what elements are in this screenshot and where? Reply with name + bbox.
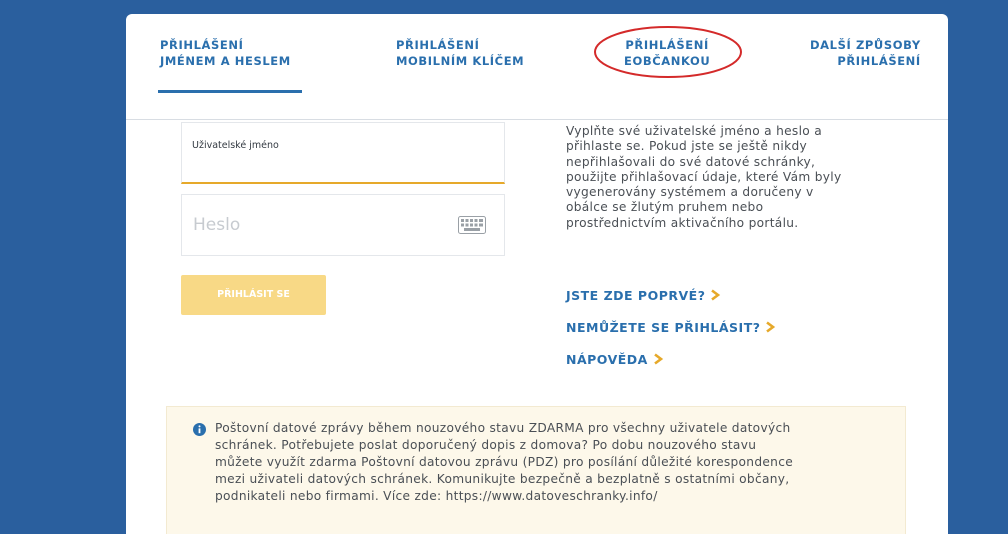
keyboard-icon[interactable] (458, 216, 486, 234)
tab-mobile-key-line2: MOBILNÍM KLÍČEM (396, 54, 525, 68)
tab-name-password-line1: PŘIHLÁŠENÍ (160, 38, 244, 52)
instructions-line: nepřihlašovali do své datové schránky, (566, 154, 816, 169)
first-time-link-label: JSTE ZDE POPRVÉ? (566, 288, 706, 303)
tab-other-methods[interactable]: DALŠÍ ZPŮSOBY PŘIHLÁŠENÍ (810, 37, 921, 69)
instructions-line: použijte přihlašovací údaje, které Vám b… (566, 169, 842, 184)
cannot-login-link[interactable]: NEMŮŽETE SE PŘIHLÁSIT? (566, 320, 776, 335)
login-method-tabs: PŘIHLÁŠENÍ JMÉNEM A HESLEM PŘIHLÁŠENÍ MO… (126, 14, 948, 120)
password-placeholder: Heslo (193, 215, 241, 235)
instructions-line: obálce se žlutým pruhem nebo (566, 200, 764, 215)
info-icon (193, 423, 206, 436)
notice-line: můžete využít zdarma Poštovní datovou zp… (215, 455, 793, 469)
cannot-login-link-label: NEMŮŽETE SE PŘIHLÁSIT? (566, 320, 761, 335)
active-tab-indicator (158, 90, 302, 93)
tab-mobile-key[interactable]: PŘIHLÁŠENÍ MOBILNÍM KLÍČEM (396, 37, 524, 69)
notice-line: Poštovní datové zprávy během nouzového s… (215, 421, 791, 435)
notice-text: Poštovní datové zprávy během nouzového s… (215, 420, 793, 505)
instructions-line: prostřednictvím aktivačního portálu. (566, 215, 799, 230)
tab-name-password[interactable]: PŘIHLÁŠENÍ JMÉNEM A HESLEM (160, 37, 291, 69)
notice-line: mezi uživateli datových schránek. Komuni… (215, 472, 790, 486)
instructions-line: Vyplňte své uživatelské jméno a heslo a (566, 124, 822, 138)
chevron-right-icon (766, 321, 776, 333)
instructions-line: přihlaste se. Pokud jste se ještě nikdy (566, 139, 808, 154)
tab-other-methods-line2: PŘIHLÁŠENÍ (837, 54, 921, 68)
tab-other-methods-line1: DALŠÍ ZPŮSOBY (810, 38, 921, 52)
help-link[interactable]: NÁPOVĚDA (566, 352, 664, 367)
chevron-right-icon (711, 289, 721, 301)
chevron-right-icon (654, 353, 664, 365)
instructions-line: vygenerovány systémem a doručeny v (566, 185, 814, 200)
password-field[interactable]: Heslo (181, 194, 505, 256)
login-button[interactable]: PŘIHLÁSIT SE (181, 275, 326, 315)
username-field[interactable]: Uživatelské jméno (181, 122, 505, 184)
highlight-circle-annotation (594, 26, 742, 78)
tab-mobile-key-line1: PŘIHLÁŠENÍ (396, 38, 480, 52)
login-card: PŘIHLÁŠENÍ JMÉNEM A HESLEM PŘIHLÁŠENÍ MO… (126, 14, 948, 534)
login-instructions: Vyplňte své uživatelské jméno a heslo a … (566, 124, 882, 231)
tab-name-password-line2: JMÉNEM A HESLEM (160, 54, 291, 68)
notice-line: schránek. Potřebujete poslat doporučený … (215, 438, 757, 452)
help-link-label: NÁPOVĚDA (566, 352, 648, 367)
notice-line: podnikateli nebo firmami. Více zde: http… (215, 489, 658, 503)
username-label: Uživatelské jméno (192, 140, 279, 151)
first-time-link[interactable]: JSTE ZDE POPRVÉ? (566, 288, 721, 303)
